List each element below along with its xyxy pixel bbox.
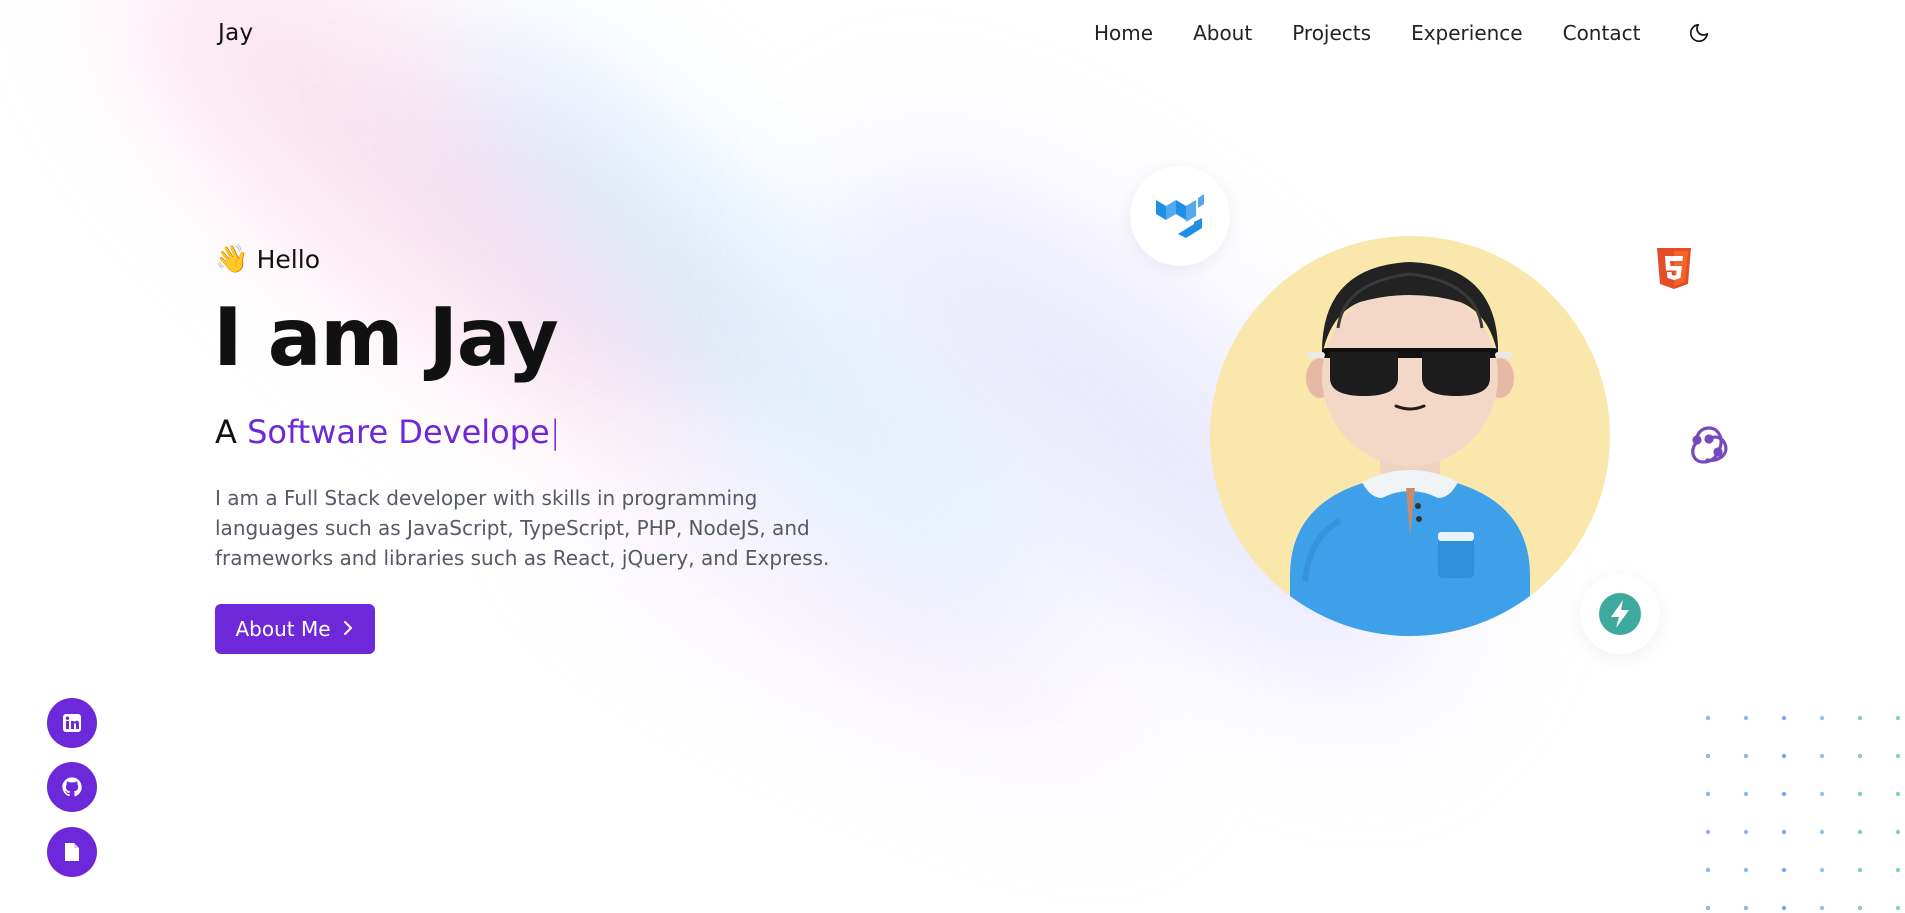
hero-subtitle: A Software Develope| bbox=[215, 413, 561, 451]
main-nav: Home About Projects Experience Contact bbox=[1094, 21, 1680, 45]
avatar bbox=[1210, 236, 1610, 636]
dot-grid-decoration bbox=[1705, 715, 1900, 911]
background-gradient bbox=[0, 0, 1905, 913]
about-me-button[interactable]: About Me bbox=[215, 604, 375, 654]
github-icon[interactable] bbox=[47, 762, 97, 812]
typing-caret: | bbox=[549, 413, 561, 451]
typed-role: Software Develope bbox=[247, 413, 550, 451]
nav-home[interactable]: Home bbox=[1094, 21, 1153, 45]
redux-icon bbox=[1684, 420, 1734, 470]
mui-icon bbox=[1130, 166, 1230, 266]
html5-icon bbox=[1654, 247, 1694, 291]
moon-icon[interactable] bbox=[1688, 22, 1710, 44]
linkedin-icon[interactable] bbox=[47, 698, 97, 748]
chevron-right-icon bbox=[341, 617, 355, 641]
greeting-text: Hello bbox=[256, 244, 320, 274]
nav-projects[interactable]: Projects bbox=[1292, 21, 1371, 45]
site-logo[interactable]: Jay bbox=[218, 20, 253, 46]
hero-description: I am a Full Stack developer with skills … bbox=[215, 486, 830, 570]
nav-experience[interactable]: Experience bbox=[1411, 21, 1523, 45]
subtitle-prefix: A bbox=[215, 413, 237, 451]
nav-about[interactable]: About bbox=[1193, 21, 1252, 45]
vite-icon bbox=[1580, 574, 1660, 654]
nav-contact[interactable]: Contact bbox=[1563, 21, 1641, 45]
about-me-label: About Me bbox=[235, 617, 331, 641]
greeting: 👋 Hello bbox=[215, 243, 320, 275]
document-icon[interactable] bbox=[47, 827, 97, 877]
hero-title: I am Jay bbox=[213, 291, 559, 384]
waving-hand-icon: 👋 bbox=[215, 244, 249, 275]
